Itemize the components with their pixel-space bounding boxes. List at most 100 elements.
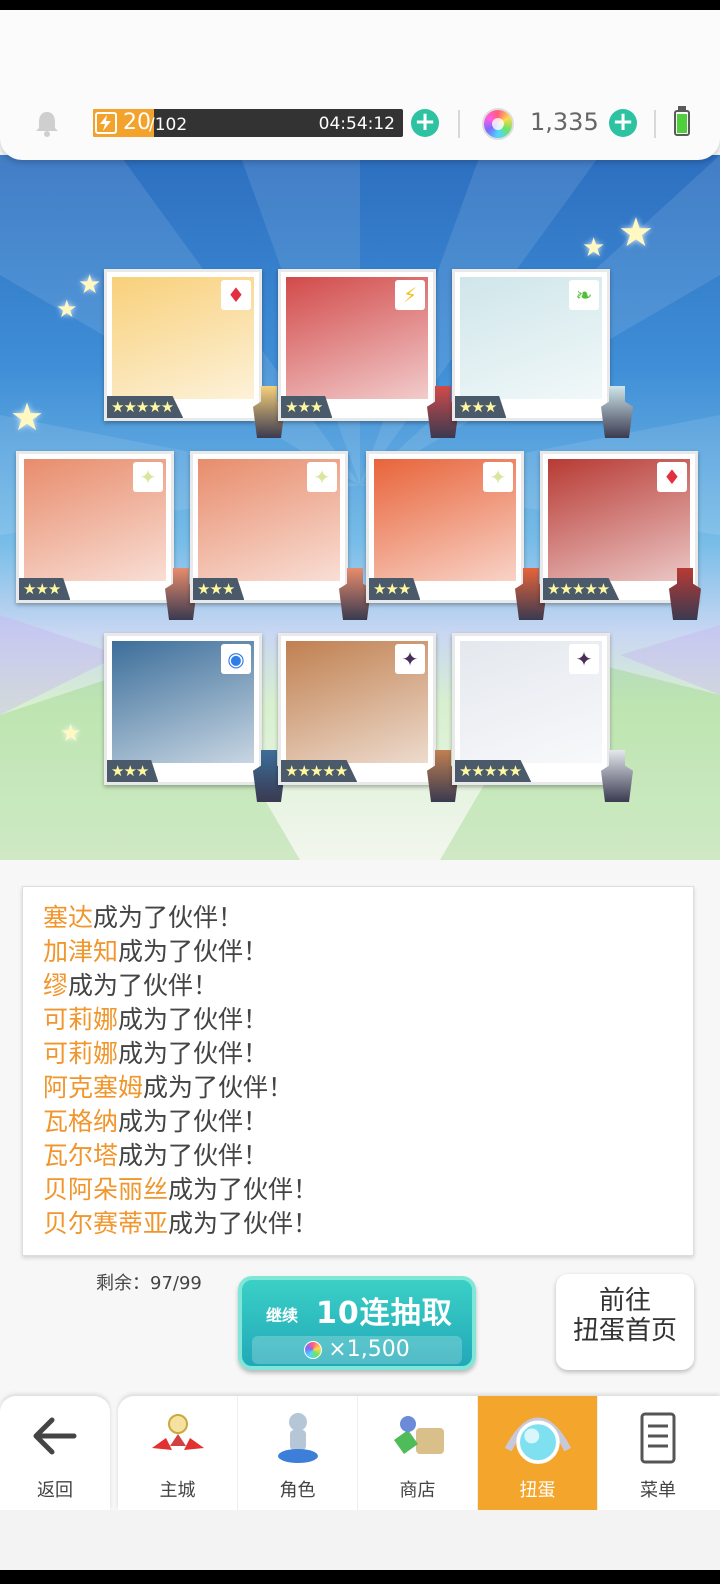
tab-label: 扭蛋 xyxy=(519,1480,556,1501)
character-card[interactable]: ✦ ★★★ xyxy=(16,451,197,620)
character-statue-icon xyxy=(278,1413,318,1463)
sparkle-star-icon: ★ xyxy=(618,210,654,256)
character-card[interactable]: ✦ ★★★★★ xyxy=(278,633,459,802)
tab-gacha[interactable]: 扭蛋 xyxy=(478,1396,598,1510)
recruit-log-line: 可莉娜成为了伙伴！ xyxy=(43,1003,683,1037)
back-button[interactable]: 返回 xyxy=(0,1396,110,1510)
recruit-suffix: 成为了伙伴！ xyxy=(168,1175,319,1204)
character-name: 瓦尔塔 xyxy=(43,1141,119,1170)
sparkle-star-icon: ★ xyxy=(582,233,606,263)
recruit-log-line: 瓦尔塔成为了伙伴！ xyxy=(43,1139,683,1173)
add-stamina-button[interactable]: + xyxy=(411,109,439,137)
arrow-left-icon xyxy=(33,1417,77,1455)
diamond-red-icon: ♦ xyxy=(657,462,687,492)
rarity-stars: ★★★ xyxy=(107,760,159,782)
recruit-log-line: 加津知成为了伙伴！ xyxy=(43,935,683,969)
tab-menu[interactable]: 菜单 xyxy=(598,1396,718,1510)
rarity-stars: ★★★★★ xyxy=(107,396,184,418)
rarity-stars: ★★★ xyxy=(455,396,507,418)
recruit-suffix: 成为了伙伴！ xyxy=(93,903,244,932)
character-card[interactable]: ⚡ ★★★ xyxy=(278,269,459,438)
recruit-log-panel[interactable]: 塞达成为了伙伴！ 加津知成为了伙伴！ 缪成为了伙伴！ 可莉娜成为了伙伴！ 可莉娜成为了伙… xyxy=(22,886,694,1256)
gem-icon xyxy=(482,108,514,140)
character-card[interactable]: ✦ ★★★ xyxy=(190,451,371,620)
rarity-stars: ★★★ xyxy=(19,578,71,600)
tab-label: 角色 xyxy=(279,1480,316,1501)
rarity-stars: ★★★★★ xyxy=(455,760,532,782)
ten-pull-label: 10连抽取 xyxy=(316,1296,453,1331)
character-name: 缪 xyxy=(43,971,69,1000)
sparkle-icon: ✦ xyxy=(483,462,513,492)
recruit-log-line: 缪成为了伙伴！ xyxy=(43,969,683,1003)
character-card[interactable]: ❧ ★★★ xyxy=(452,269,633,438)
stamina-timer: 04:54:12 xyxy=(318,114,395,134)
stamina-bar: 20 /102 04:54:12 xyxy=(93,109,403,137)
lightning-icon: ⚡ xyxy=(395,280,425,310)
tab-label: 菜单 xyxy=(640,1480,676,1501)
character-name: 可莉娜 xyxy=(43,1039,119,1068)
bell-icon[interactable] xyxy=(32,108,62,138)
bottom-navigation: 返回 主城 角色 商店 扭蛋 菜单 xyxy=(0,1396,720,1510)
character-card[interactable]: ♦ ★★★★★ xyxy=(104,269,285,438)
dark-star-icon: ✦ xyxy=(395,644,425,674)
pull-cost: ×1,500 xyxy=(252,1336,462,1364)
diamond-red-icon: ♦ xyxy=(221,280,251,310)
top-status-bar: 20 /102 04:54:12 + 1,335 + xyxy=(0,10,720,160)
shop-icon xyxy=(394,1416,444,1454)
back-label: 返回 xyxy=(37,1480,73,1501)
pull-cost-value: ×1,500 xyxy=(328,1337,410,1362)
sparkle-icon: ✦ xyxy=(133,462,163,492)
character-name: 塞达 xyxy=(43,903,94,932)
recruit-suffix: 成为了伙伴！ xyxy=(118,1039,269,1068)
nav-bottom-strip xyxy=(0,1510,720,1570)
character-name: 贝阿朵丽丝 xyxy=(43,1175,169,1204)
gem-count: 1,335 xyxy=(530,108,599,136)
leaf-icon: ❧ xyxy=(569,280,599,310)
menu-list-icon xyxy=(640,1412,676,1464)
tab-label: 主城 xyxy=(159,1480,196,1501)
recruit-log-list: 塞达成为了伙伴！ 加津知成为了伙伴！ 缪成为了伙伴！ 可莉娜成为了伙伴！ 可莉娜成为了伙… xyxy=(43,901,683,1249)
add-gems-button[interactable]: + xyxy=(609,109,637,137)
gacha-home-button[interactable]: 前往 扭蛋首页 xyxy=(556,1274,694,1370)
remaining-count: 剩余：97/99 xyxy=(96,1273,202,1294)
gacha-home-line1: 前往 xyxy=(598,1286,651,1316)
character-card[interactable]: ✦ ★★★ xyxy=(366,451,547,620)
character-name: 瓦格纳 xyxy=(43,1107,119,1136)
character-card[interactable]: ♦ ★★★★★ xyxy=(540,451,701,620)
character-name: 贝尔赛蒂亚 xyxy=(43,1209,169,1238)
stamina-max: /102 xyxy=(149,115,188,135)
tab-characters[interactable]: 角色 xyxy=(238,1396,358,1510)
character-card[interactable]: ◉ ★★★ xyxy=(104,633,285,802)
tab-shop[interactable]: 商店 xyxy=(358,1396,478,1510)
sparkle-star-icon: ★ xyxy=(56,295,78,323)
circle-blue-icon: ◉ xyxy=(221,644,251,674)
recruit-suffix: 成为了伙伴！ xyxy=(143,1073,294,1102)
recruit-log-line: 贝尔赛蒂亚成为了伙伴！ xyxy=(43,1207,683,1241)
stamina-current: 20 xyxy=(123,110,151,135)
ten-pull-button[interactable]: 继续 10连抽取 ×1,500 xyxy=(238,1276,476,1370)
recruit-suffix: 成为了伙伴！ xyxy=(118,1107,269,1136)
nav-tabs: 主城 角色 商店 扭蛋 菜单 xyxy=(118,1396,720,1510)
sparkle-star-icon: ★ xyxy=(78,270,102,300)
rarity-stars: ★★★★★ xyxy=(543,578,620,600)
lightning-icon xyxy=(95,112,117,134)
sparkle-icon: ✦ xyxy=(307,462,337,492)
recruit-log-line: 可莉娜成为了伙伴！ xyxy=(43,1037,683,1071)
rarity-stars: ★★★ xyxy=(369,578,421,600)
gacha-result-banner: ★ ★ ★ ★ ★ ★ ♦ ★★★★★ ⚡ ★★★ ❧ ★★★ ✦ ★★★ ✦ … xyxy=(0,155,720,860)
gacha-orb-icon xyxy=(504,1417,572,1464)
recruit-log-line: 塞达成为了伙伴！ xyxy=(43,901,683,935)
recruit-log-line: 贝阿朵丽丝成为了伙伴！ xyxy=(43,1173,683,1207)
character-name: 可莉娜 xyxy=(43,1005,119,1034)
recruit-log-line: 瓦格纳成为了伙伴！ xyxy=(43,1105,683,1139)
sparkle-star-icon: ★ xyxy=(60,719,82,747)
recruit-suffix: 成为了伙伴！ xyxy=(168,1209,319,1238)
tab-town[interactable]: 主城 xyxy=(118,1396,238,1510)
recruit-suffix: 成为了伙伴！ xyxy=(118,1141,269,1170)
town-icon xyxy=(152,1414,204,1450)
divider xyxy=(654,110,656,138)
recruit-log-line: 阿克塞姆成为了伙伴！ xyxy=(43,1071,683,1105)
gacha-home-line2: 扭蛋首页 xyxy=(572,1316,677,1346)
gem-icon xyxy=(304,1341,323,1359)
character-card[interactable]: ✦ ★★★★★ xyxy=(452,633,633,802)
